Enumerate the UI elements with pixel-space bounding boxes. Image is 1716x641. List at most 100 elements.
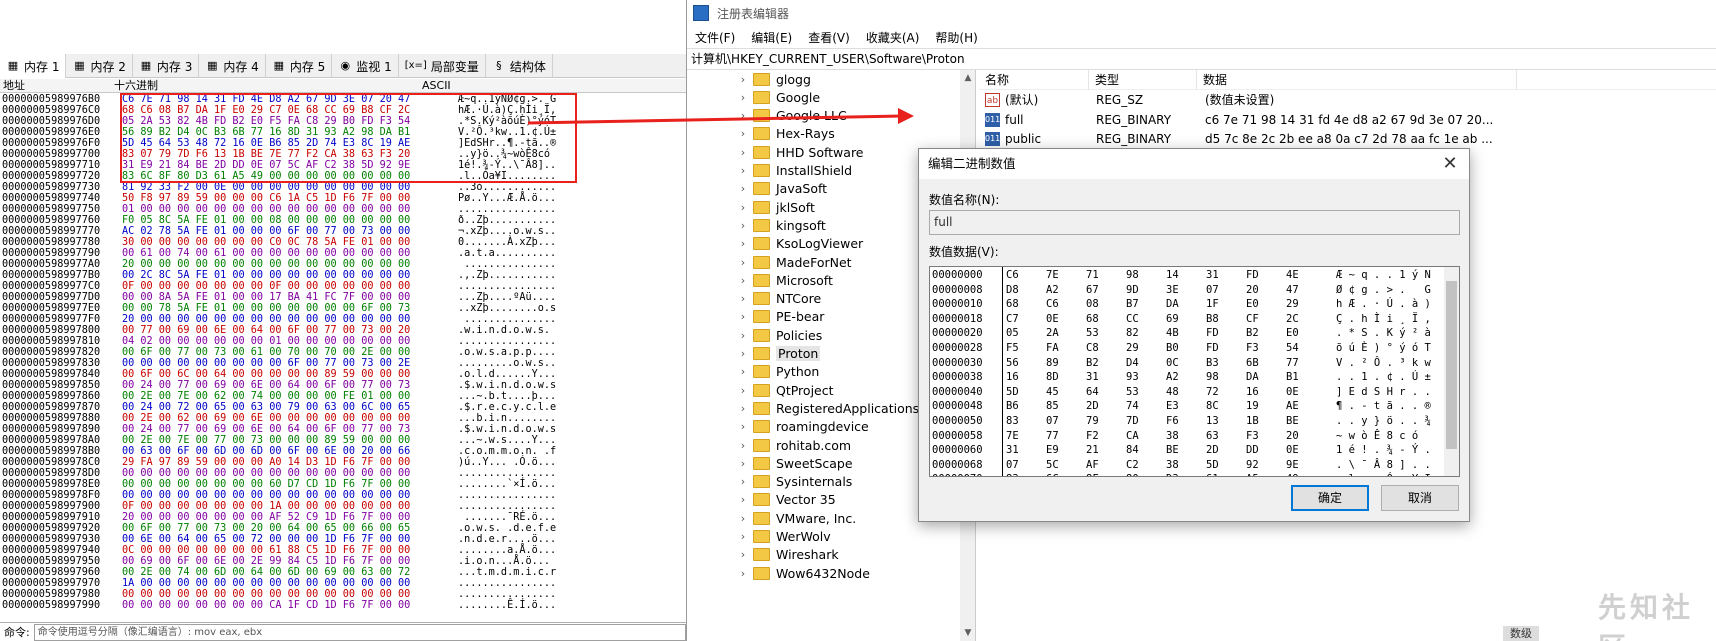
dump-row[interactable]: 00000005989976C0 68 C6 08 B7 DA 1F E0 29 … — [0, 105, 686, 116]
tree-item[interactable]: › rohitab.com — [687, 436, 957, 454]
dump-row[interactable]: 0000000598997820 00 6F 00 77 00 73 00 61 … — [0, 347, 686, 358]
expand-chevron-icon[interactable]: › — [735, 73, 751, 86]
dump-row[interactable]: 0000000598997810 04 02 00 00 00 00 00 00 … — [0, 336, 686, 347]
expand-chevron-icon[interactable]: › — [735, 237, 751, 250]
dump-row[interactable]: 0000000598997860 00 2E 00 7E 00 62 00 74 … — [0, 391, 686, 402]
value-data-hex-editor[interactable]: 00000000 C6 7E 71 98 14 31 FD 4E Æ ~ q . . 1 ý N0… — [929, 266, 1460, 477]
dump-row[interactable]: 0000000598997720 83 6C 8F 80 D3 61 A5 49 … — [0, 171, 686, 182]
dump-row[interactable]: 0000000598997890 00 24 00 77 00 69 00 6E … — [0, 424, 686, 435]
expand-chevron-icon[interactable]: › — [735, 420, 751, 433]
expand-chevron-icon[interactable]: › — [735, 493, 751, 506]
dump-row[interactable]: 0000000598997990 00 00 00 00 00 00 00 00 … — [0, 600, 686, 611]
scroll-up-icon[interactable]: ▲ — [960, 70, 975, 86]
expand-chevron-icon[interactable]: › — [735, 384, 751, 397]
dump-row[interactable]: 0000000598997870 00 24 00 72 00 65 00 63 … — [0, 402, 686, 413]
expand-chevron-icon[interactable]: › — [735, 567, 751, 580]
dump-row[interactable]: 00000005989977E0 00 00 78 5A FE 01 00 00 … — [0, 303, 686, 314]
expand-chevron-icon[interactable]: › — [735, 127, 751, 140]
dump-row[interactable]: 0000000598997800 00 77 00 69 00 6E 00 64 … — [0, 325, 686, 336]
dump-row[interactable]: 0000000598997700 83 07 79 7D F6 13 1B BE … — [0, 149, 686, 160]
dump-row[interactable]: 00000005989977C0 0F 00 00 00 00 00 00 00 … — [0, 281, 686, 292]
dump-row[interactable]: 0000000598997940 0C 00 00 00 00 00 00 00 … — [0, 545, 686, 556]
dump-tab-4[interactable]: ▦ 内存 4 — [199, 54, 266, 78]
dump-row[interactable]: 00000005989977B0 00 2C 8C 5A FE 01 00 00 … — [0, 270, 686, 281]
dump-tab-1[interactable]: ▦ 内存 1 — [0, 54, 67, 78]
tree-item[interactable]: › Policies — [687, 326, 957, 344]
tree-item[interactable]: › SweetScape — [687, 454, 957, 472]
expand-chevron-icon[interactable]: › — [735, 109, 751, 122]
expand-chevron-icon[interactable]: › — [735, 365, 751, 378]
menu-item[interactable]: 查看(V) — [800, 29, 858, 46]
dump-row[interactable]: 00000005989978D0 00 00 00 00 00 00 00 00 … — [0, 468, 686, 479]
tree-item[interactable]: › KsoLogViewer — [687, 235, 957, 253]
dump-row[interactable]: 00000005989978F0 00 00 00 00 00 00 00 00 … — [0, 490, 686, 501]
tree-item[interactable]: › Vector 35 — [687, 491, 957, 509]
dump-row[interactable]: 0000000598997920 00 6F 00 77 00 73 00 20 … — [0, 523, 686, 534]
type-column-header[interactable]: 类型 — [1089, 70, 1197, 90]
menu-item[interactable]: 文件(F) — [687, 29, 743, 46]
dump-tab-7[interactable]: [x=] 局部变量 — [399, 54, 486, 78]
tree-item[interactable]: › roamingdevice — [687, 418, 957, 436]
dump-row[interactable]: 0000000598997790 00 61 00 74 00 61 00 00 … — [0, 248, 686, 259]
dump-row[interactable]: 00000005989977D0 00 00 8A 5A FE 01 00 00 … — [0, 292, 686, 303]
dump-row[interactable]: 00000005989976E0 56 89 B2 D4 0C B3 6B 77 … — [0, 127, 686, 138]
tree-item[interactable]: › JavaSoft — [687, 180, 957, 198]
command-input[interactable]: 命令使用逗号分隔（像汇编语言）: mov eax, ebx — [33, 623, 686, 641]
dump-row[interactable]: 0000000598997960 00 2E 00 74 00 6D 00 64 … — [0, 567, 686, 578]
expand-chevron-icon[interactable]: › — [735, 219, 751, 232]
scroll-down-icon[interactable]: ▼ — [960, 625, 975, 641]
dump-row[interactable]: 0000000598997740 50 F8 97 89 59 00 00 00 … — [0, 193, 686, 204]
expand-chevron-icon[interactable]: › — [735, 347, 751, 360]
tree-item[interactable]: › WerWolv — [687, 528, 957, 546]
tree-item[interactable]: › Proton — [687, 345, 957, 363]
tree-item[interactable]: › RegisteredApplications — [687, 399, 957, 417]
dump-row[interactable]: 0000000598997850 00 24 00 77 00 69 00 6E … — [0, 380, 686, 391]
expand-chevron-icon[interactable]: › — [735, 310, 751, 323]
dump-row[interactable]: 00000005989977F0 20 00 00 00 00 00 00 00 … — [0, 314, 686, 325]
dump-tab-8[interactable]: § 结构体 — [486, 54, 553, 78]
tree-item[interactable]: › QtProject — [687, 381, 957, 399]
dump-row[interactable]: 00000005989978B0 00 63 00 6F 00 6D 00 6D … — [0, 446, 686, 457]
value-row[interactable]: 011 full REG_BINARY c6 7e 71 98 14 31 fd 4e… — [979, 110, 1716, 130]
dump-row[interactable]: 0000000598997730 81 92 33 F2 00 0E 00 00 … — [0, 182, 686, 193]
dump-row[interactable]: 00000005989978E0 00 00 00 00 00 00 00 00 … — [0, 479, 686, 490]
tree-item[interactable]: › InstallShield — [687, 162, 957, 180]
dump-row[interactable]: 0000000598997900 0F 00 00 00 00 00 00 00 … — [0, 501, 686, 512]
dump-tab-6[interactable]: ◉ 监视 1 — [332, 54, 399, 78]
menu-item[interactable]: 收藏夹(A) — [858, 29, 928, 46]
hex-scroll-thumb[interactable] — [1446, 281, 1457, 449]
dump-row[interactable]: 00000005989976F0 5D 45 64 53 48 72 16 0E … — [0, 138, 686, 149]
expand-chevron-icon[interactable]: › — [735, 512, 751, 525]
dump-row[interactable]: 0000000598997970 1A 00 00 00 00 00 00 00 … — [0, 578, 686, 589]
dump-row[interactable]: 0000000598997980 00 00 00 00 00 00 00 00 … — [0, 589, 686, 600]
dump-row[interactable]: 0000000598997910 20 00 00 00 00 00 00 00 … — [0, 512, 686, 523]
dump-row[interactable]: 0000000598997750 01 00 00 00 00 00 00 00 … — [0, 204, 686, 215]
dump-row[interactable]: 0000000598997710 31 E9 21 84 BE 2D DD 0E … — [0, 160, 686, 171]
dump-row[interactable]: 0000000598997830 00 00 00 00 00 00 00 00 … — [0, 358, 686, 369]
dump-row[interactable]: 0000000598997780 30 00 00 00 00 00 00 00 … — [0, 237, 686, 248]
dump-row[interactable]: 00000005989976B0 C6 7E 71 98 14 31 FD 4E … — [0, 94, 686, 105]
dump-row[interactable]: 00000005989978A0 00 2E 00 7E 00 77 00 73 … — [0, 435, 686, 446]
dump-row[interactable]: 0000000598997760 F0 05 8C 5A FE 01 00 00 … — [0, 215, 686, 226]
expand-chevron-icon[interactable]: › — [735, 146, 751, 159]
close-icon[interactable]: ✕ — [1439, 153, 1461, 175]
dump-row[interactable]: 00000005989977A0 20 00 00 00 00 00 00 00 … — [0, 259, 686, 270]
dump-row[interactable]: 0000000598997930 00 6E 00 64 00 65 00 72 … — [0, 534, 686, 545]
expand-chevron-icon[interactable]: › — [735, 91, 751, 104]
expand-chevron-icon[interactable]: › — [735, 274, 751, 287]
expand-chevron-icon[interactable]: › — [735, 457, 751, 470]
tree-item[interactable]: › Wow6432Node — [687, 564, 957, 582]
value-row[interactable]: 011 public REG_BINARY d5 7c 8e 2c 2b ee a8 … — [979, 129, 1716, 149]
tree-item[interactable]: › Google — [687, 88, 957, 106]
tree-item[interactable]: › Google LLC — [687, 107, 957, 125]
tree-item[interactable]: › MadeForNet — [687, 253, 957, 271]
ok-button[interactable]: 确定 — [1291, 485, 1369, 511]
dump-row[interactable]: 0000000598997950 00 69 00 6F 00 6E 00 2E … — [0, 556, 686, 567]
tree-item[interactable]: › Microsoft — [687, 271, 957, 289]
tree-item[interactable]: › PE-bear — [687, 308, 957, 326]
tree-item[interactable]: › Wireshark — [687, 546, 957, 564]
expand-chevron-icon[interactable]: › — [735, 439, 751, 452]
memory-dump[interactable]: 00000005989976B0 C6 7E 71 98 14 31 FD 4E … — [0, 94, 686, 622]
expand-chevron-icon[interactable]: › — [735, 548, 751, 561]
expand-chevron-icon[interactable]: › — [735, 292, 751, 305]
